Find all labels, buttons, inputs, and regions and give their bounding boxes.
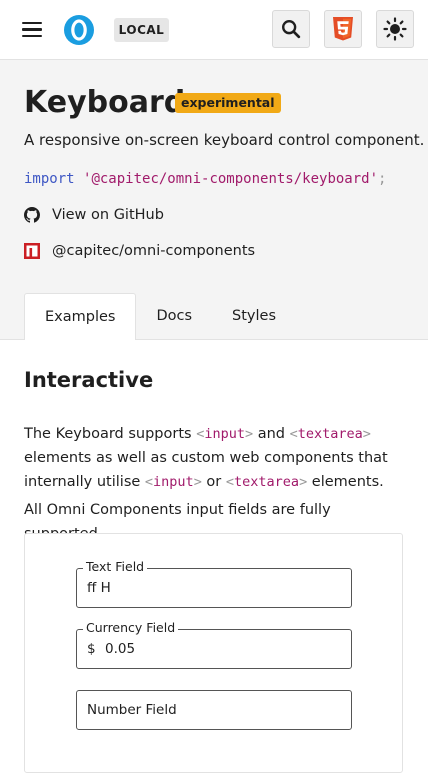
html5-button[interactable] (324, 10, 362, 48)
page-title: Keyboard (24, 85, 186, 120)
tab-docs[interactable]: Docs (136, 293, 212, 339)
text-field-label: Text Field (83, 559, 148, 574)
import-path: '@capitec/omni-components/keyboard' (83, 171, 379, 187)
github-icon (24, 207, 40, 223)
import-semicolon: ; (378, 171, 387, 187)
text-field[interactable]: Text Field ff H (76, 559, 352, 608)
currency-field-label: Currency Field (83, 620, 179, 635)
currency-field[interactable]: Currency Field $ 0.05 (76, 620, 352, 669)
number-field[interactable]: Number Field (76, 690, 352, 730)
intro-paragraph: The Keyboard supports <input> and <texta… (24, 426, 388, 490)
import-keyword: import (24, 171, 75, 187)
component-description: A responsive on-screen keyboard control … (24, 131, 425, 149)
tab-examples[interactable]: Examples (24, 293, 137, 340)
html5-icon (333, 17, 353, 41)
github-link-label: View on GitHub (52, 207, 164, 223)
section-title: Interactive (24, 368, 154, 392)
import-statement: import '@capitec/omni-components/keyboar… (24, 171, 386, 187)
top-app-bar: LOCAL (0, 0, 428, 60)
theme-toggle-button[interactable] (376, 10, 414, 48)
sun-icon (383, 17, 407, 41)
github-link[interactable]: View on GitHub (24, 207, 164, 223)
search-icon (282, 20, 301, 39)
text-field-value: ff H (87, 580, 111, 596)
npm-link[interactable]: @capitec/omni-components (24, 243, 255, 259)
environment-badge: LOCAL (114, 18, 169, 42)
npm-icon (24, 243, 40, 259)
omni-logo[interactable] (64, 15, 94, 45)
number-field-label: Number Field (87, 702, 177, 718)
status-badge: experimental (175, 93, 281, 113)
tab-styles[interactable]: Styles (212, 293, 296, 339)
search-button[interactable] (272, 10, 310, 48)
menu-icon[interactable] (20, 18, 44, 42)
npm-link-label: @capitec/omni-components (52, 243, 256, 259)
currency-field-value: 0.05 (105, 641, 136, 657)
currency-prefix: $ (87, 641, 96, 657)
tab-bar: Examples Docs Styles (24, 293, 296, 340)
